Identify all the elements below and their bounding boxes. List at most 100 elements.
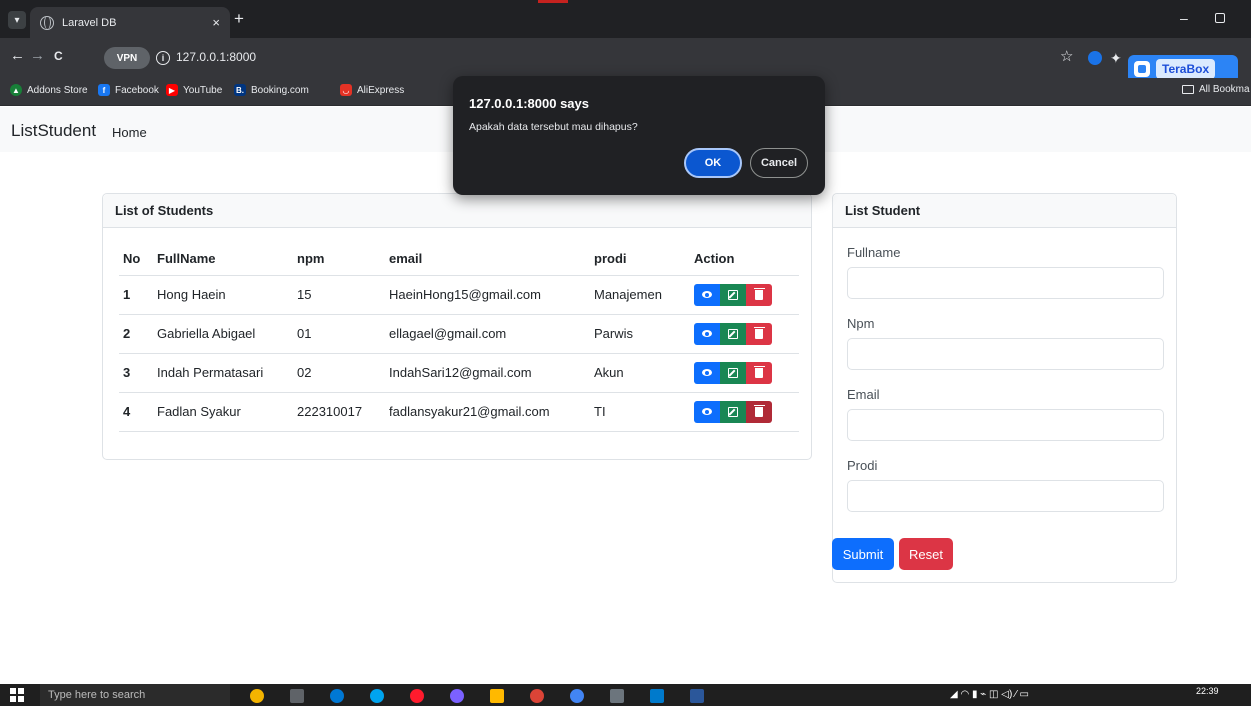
taskbar-search-input[interactable]: Type here to search xyxy=(40,684,230,706)
delete-button[interactable] xyxy=(746,400,772,423)
delete-button[interactable] xyxy=(746,322,772,345)
column-header-prodi: prodi xyxy=(594,242,694,276)
cell-no: 2 xyxy=(119,314,157,354)
all-bookmarks-button[interactable]: All Bookma xyxy=(1182,84,1250,95)
youtube-icon: ▶ xyxy=(166,84,178,96)
forward-button[interactable]: → xyxy=(30,47,45,64)
bookmark-star-icon[interactable]: ☆ xyxy=(1060,47,1073,65)
navbar-brand[interactable]: ListStudent xyxy=(11,121,96,141)
table-row: 2 Gabriella Abigael 01 ellagael@gmail.co… xyxy=(119,314,799,354)
table-row: 3 Indah Permatasari 02 IndahSari12@gmail… xyxy=(119,353,799,393)
cell-actions xyxy=(694,353,799,393)
fullname-label: Fullname xyxy=(847,245,901,260)
chrome-profile-icon[interactable] xyxy=(570,689,584,703)
email-input[interactable] xyxy=(847,409,1164,441)
edit-icon xyxy=(728,406,738,417)
cell-actions xyxy=(694,314,799,354)
system-tray[interactable]: ◢ ◠ ▮ ⌁ ◫ ◁) ⁄ ▭ xyxy=(950,689,1029,700)
delete-button[interactable] xyxy=(746,361,772,384)
browser-app-icon[interactable] xyxy=(450,689,464,703)
prodi-input[interactable] xyxy=(847,480,1164,512)
url-input[interactable]: 127.0.0.1:8000 xyxy=(176,50,256,64)
edit-button[interactable] xyxy=(720,322,746,345)
dialog-cancel-button[interactable]: Cancel xyxy=(750,148,808,178)
column-header-no: No xyxy=(119,242,157,276)
vscode-icon[interactable] xyxy=(650,689,664,703)
new-tab-button[interactable]: + xyxy=(234,9,244,29)
file-explorer-icon[interactable] xyxy=(490,689,504,703)
email-label: Email xyxy=(847,387,880,402)
window-maximize-button[interactable] xyxy=(1215,13,1225,23)
edge-icon[interactable] xyxy=(330,689,344,703)
chrome-icon[interactable] xyxy=(530,689,544,703)
taskbar-app-icon[interactable] xyxy=(250,689,264,703)
students-list-card: List of Students No FullName npm email p… xyxy=(102,193,812,460)
word-icon[interactable] xyxy=(690,689,704,703)
back-button[interactable]: ← xyxy=(10,47,25,64)
edit-button[interactable] xyxy=(720,283,746,306)
fullname-input[interactable] xyxy=(847,267,1164,299)
cell-fullname: Hong Haein xyxy=(157,275,297,315)
folder-icon xyxy=(1182,85,1194,94)
cell-prodi: Manajemen xyxy=(594,275,694,315)
view-button[interactable] xyxy=(694,322,720,345)
puzzle-extension-icon[interactable]: ✦ xyxy=(1110,50,1122,67)
recording-indicator xyxy=(538,0,568,3)
bookmark-booking[interactable]: B. Booking.com xyxy=(234,84,309,96)
submit-button[interactable]: Submit xyxy=(832,538,894,570)
view-button[interactable] xyxy=(694,361,720,384)
dialog-ok-button[interactable]: OK xyxy=(684,148,742,178)
cell-email: HaeinHong15@gmail.com xyxy=(389,275,594,315)
tab-search-chevron-icon[interactable]: ▾ xyxy=(8,11,26,29)
dialog-title: 127.0.0.1:8000 says xyxy=(469,96,589,111)
cell-email: fadlansyakur21@gmail.com xyxy=(389,392,594,432)
terabox-label: TeraBox xyxy=(1156,59,1216,79)
cell-fullname: Gabriella Abigael xyxy=(157,314,297,354)
tab-close-icon[interactable]: × xyxy=(212,15,220,30)
reload-button[interactable]: C xyxy=(54,49,63,63)
reset-button[interactable]: Reset xyxy=(899,538,953,570)
terabox-logo-icon xyxy=(1134,61,1150,77)
site-info-icon[interactable]: i xyxy=(156,51,170,65)
eye-icon xyxy=(702,330,712,337)
bookmark-aliexpress[interactable]: ◡ AliExpress xyxy=(340,84,404,96)
npm-input[interactable] xyxy=(847,338,1164,370)
delete-button[interactable] xyxy=(746,283,772,306)
cell-prodi: TI xyxy=(594,392,694,432)
cell-npm: 02 xyxy=(297,353,389,393)
window-minimize-button[interactable]: – xyxy=(1180,10,1188,26)
edit-icon xyxy=(728,328,738,339)
bookmark-addons-store[interactable]: ▲ Addons Store xyxy=(10,84,88,96)
cell-prodi: Akun xyxy=(594,353,694,393)
task-view-icon[interactable] xyxy=(290,689,304,703)
confirm-dialog: 127.0.0.1:8000 says Apakah data tersebut… xyxy=(453,76,825,195)
table-header-row: No FullName npm email prodi Action xyxy=(119,242,799,276)
view-button[interactable] xyxy=(694,400,720,423)
cell-npm: 15 xyxy=(297,275,389,315)
terminal-icon[interactable] xyxy=(610,689,624,703)
windows-taskbar: Type here to search ◢ ◠ ▮ ⌁ ◫ ◁) ⁄ ▭ 22:… xyxy=(0,684,1251,706)
edit-icon xyxy=(728,289,738,300)
windows-start-icon[interactable] xyxy=(10,688,24,702)
view-button[interactable] xyxy=(694,283,720,306)
bookmark-youtube[interactable]: ▶ YouTube xyxy=(166,84,222,96)
extension-icon[interactable] xyxy=(1088,51,1102,65)
edit-icon xyxy=(728,367,738,378)
trash-icon xyxy=(753,404,765,417)
browser-tab[interactable]: Laravel DB × xyxy=(30,7,230,38)
cell-npm: 222310017 xyxy=(297,392,389,432)
edit-button[interactable] xyxy=(720,361,746,384)
addons-store-icon: ▲ xyxy=(10,84,22,96)
cell-fullname: Fadlan Syakur xyxy=(157,392,297,432)
vpn-badge[interactable]: VPN xyxy=(104,47,150,69)
students-table: No FullName npm email prodi Action 1 Hon… xyxy=(119,242,799,432)
bookmark-facebook[interactable]: f Facebook xyxy=(98,84,159,96)
edit-button[interactable] xyxy=(720,400,746,423)
cell-no: 4 xyxy=(119,392,157,432)
store-icon[interactable] xyxy=(370,689,384,703)
opera-icon[interactable] xyxy=(410,689,424,703)
nav-link-home[interactable]: Home xyxy=(112,125,147,140)
taskbar-clock[interactable]: 22:39 xyxy=(1196,686,1219,696)
column-header-email: email xyxy=(389,242,594,276)
column-header-action: Action xyxy=(694,242,799,276)
